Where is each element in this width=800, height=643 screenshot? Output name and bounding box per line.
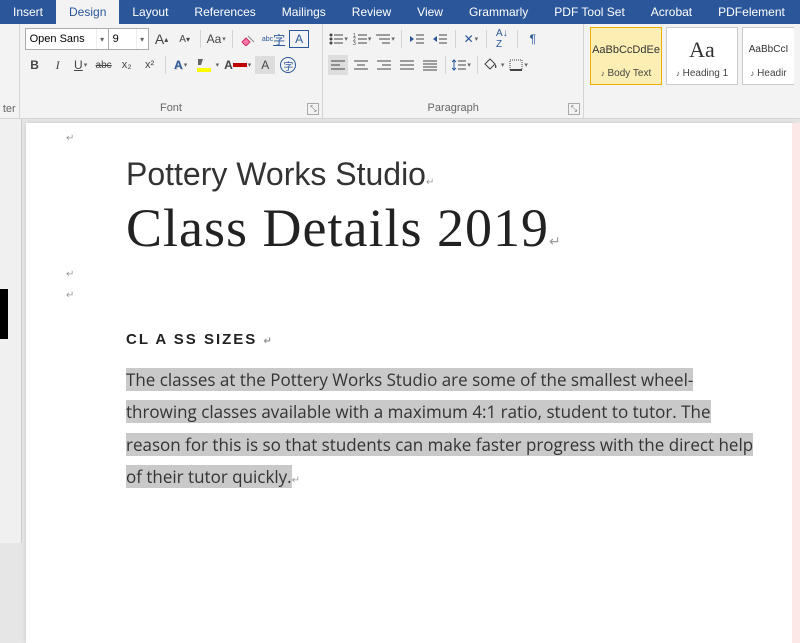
font-color-button[interactable]: A▾ <box>223 55 252 75</box>
align-center-button[interactable] <box>351 55 371 75</box>
style-heading-1[interactable]: Aa ♪ Heading 1 <box>666 27 738 85</box>
decrease-indent-button[interactable] <box>407 29 427 49</box>
superscript-button[interactable]: x² <box>140 55 160 75</box>
doc-section-heading[interactable]: CL A SS SIZES ↵ <box>126 331 754 348</box>
font-size-dropdown[interactable]: ▾ <box>136 29 148 49</box>
change-case-button[interactable]: Aa▾ <box>206 29 227 49</box>
paragraph-group: ▾ 123▾ ▾ ✕▾ A↓Z ¶ ▾ <box>323 24 584 118</box>
paragraph-mark-icon: ↵ <box>66 269 754 280</box>
align-left-button[interactable] <box>328 55 348 75</box>
paragraph-group-label: Paragraph <box>328 102 578 116</box>
line-spacing-button[interactable]: ▾ <box>451 55 472 75</box>
multilevel-list-button[interactable]: ▾ <box>375 29 396 49</box>
font-size-input[interactable]: 9 <box>108 29 136 49</box>
increase-indent-button[interactable] <box>430 29 450 49</box>
asian-layout-button[interactable]: ✕▾ <box>461 29 481 49</box>
subscript-button[interactable]: x₂ <box>117 55 137 75</box>
doc-title[interactable]: Class Details 2019↵ <box>126 197 754 259</box>
page-edge-decoration <box>792 123 800 643</box>
tab-acrobat[interactable]: Acrobat <box>638 0 705 24</box>
tab-references[interactable]: References <box>181 0 268 24</box>
font-name-input[interactable]: Open Sans <box>26 29 96 49</box>
shading-button[interactable]: ▾ <box>483 55 506 75</box>
paragraph-dialog-launcher[interactable]: ⤡ <box>568 103 580 115</box>
text-effects-button[interactable]: A▾ <box>171 55 191 75</box>
font-group-label: Font <box>25 102 318 116</box>
styles-group: AaBbCcDdEe ♪ Body Text Aa ♪ Heading 1 Aa… <box>584 24 800 118</box>
show-paragraph-marks-button[interactable]: ¶ <box>523 29 543 49</box>
sort-button[interactable]: A↓Z <box>492 29 512 49</box>
doc-body-paragraph[interactable]: The classes at the Pottery Works Studio … <box>126 364 754 493</box>
style-heading-2[interactable]: AaBbCcI ♪ Headir <box>742 27 794 85</box>
enclose-characters-button[interactable]: 字 <box>278 55 298 75</box>
style-body-text[interactable]: AaBbCcDdEe ♪ Body Text <box>590 27 662 85</box>
paragraph-mark-icon: ↵ <box>66 290 754 301</box>
clear-formatting-button[interactable] <box>238 29 258 49</box>
revision-mark <box>0 289 8 339</box>
paragraph-mark-icon: ↵ <box>66 133 754 144</box>
font-dialog-launcher[interactable]: ⤡ <box>307 103 319 115</box>
tab-layout[interactable]: Layout <box>119 0 181 24</box>
tab-design[interactable]: Design <box>56 0 119 24</box>
distributed-button[interactable] <box>420 55 440 75</box>
tab-insert[interactable]: Insert <box>0 0 56 24</box>
svg-text:3: 3 <box>353 41 356 45</box>
tab-mailings[interactable]: Mailings <box>269 0 339 24</box>
tab-view[interactable]: View <box>404 0 456 24</box>
font-selector[interactable]: Open Sans ▾ 9 ▾ <box>25 28 149 50</box>
shrink-font-button[interactable]: A▾ <box>175 29 195 49</box>
font-group: Open Sans ▾ 9 ▾ A▴ A▾ Aa▾ abc字 A B I U▾ … <box>20 24 324 118</box>
borders-button[interactable]: ▾ <box>508 55 529 75</box>
grow-font-button[interactable]: A▴ <box>152 29 172 49</box>
italic-button[interactable]: I <box>48 55 68 75</box>
underline-button[interactable]: U▾ <box>71 55 91 75</box>
align-right-button[interactable] <box>374 55 394 75</box>
ribbon-tabs: Insert Design Layout References Mailings… <box>0 0 800 24</box>
document-area: ↵ Pottery Works Studio↵ Class Details 20… <box>0 119 800 543</box>
tab-review[interactable]: Review <box>339 0 404 24</box>
tab-pdfelement[interactable]: PDFelement <box>705 0 798 24</box>
tab-grammarly[interactable]: Grammarly <box>456 0 541 24</box>
tab-pdf-tool-set[interactable]: PDF Tool Set <box>541 0 637 24</box>
document-page[interactable]: ↵ Pottery Works Studio↵ Class Details 20… <box>26 123 794 643</box>
character-shading-button[interactable]: A <box>255 56 275 74</box>
doc-subtitle[interactable]: Pottery Works Studio↵ <box>126 156 754 193</box>
clipboard-group-cut: ter <box>0 24 20 118</box>
character-border-button[interactable]: A <box>289 30 309 48</box>
strikethrough-button[interactable]: abc <box>94 55 114 75</box>
numbering-button[interactable]: 123▾ <box>352 29 373 49</box>
justify-button[interactable] <box>397 55 417 75</box>
bold-button[interactable]: B <box>25 55 45 75</box>
bullets-button[interactable]: ▾ <box>328 29 349 49</box>
phonetic-guide-button[interactable]: abc字 <box>261 29 286 49</box>
font-name-dropdown[interactable]: ▾ <box>96 29 108 49</box>
highlight-button[interactable]: ▾ <box>194 55 221 75</box>
ribbon: ter Open Sans ▾ 9 ▾ A▴ A▾ Aa▾ abc字 A <box>0 24 800 119</box>
